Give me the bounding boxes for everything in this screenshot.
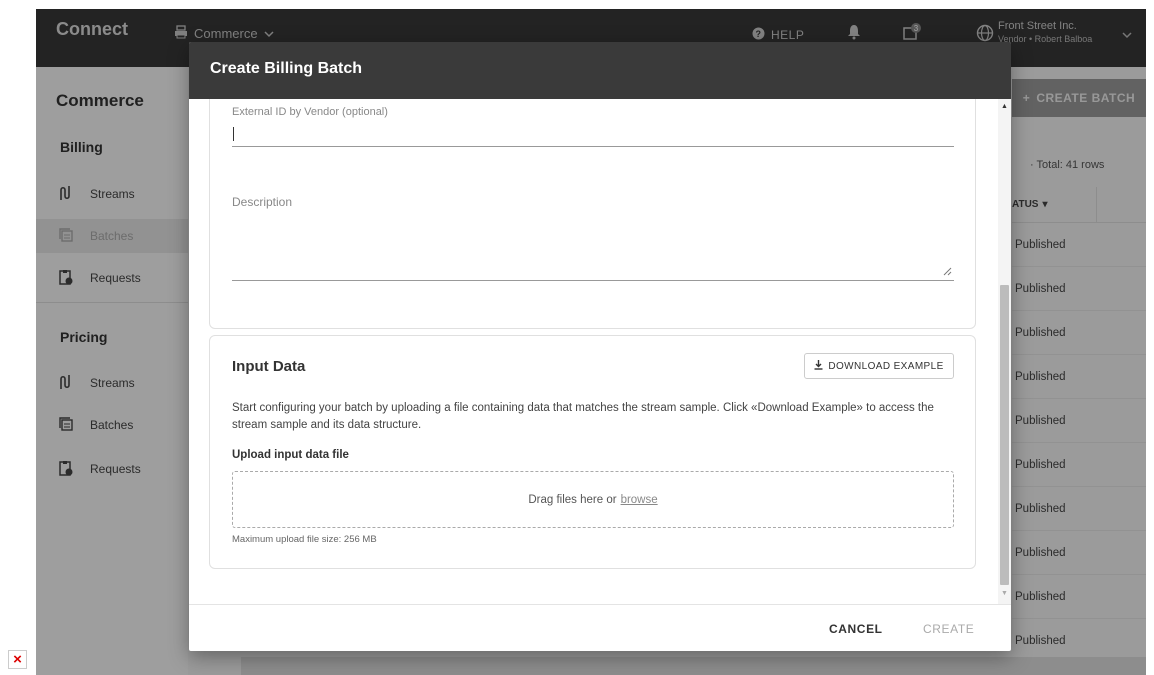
resize-handle-icon[interactable]: [943, 267, 952, 278]
description-label: Description: [232, 195, 293, 209]
max-upload-size: Maximum upload file size: 256 MB: [232, 534, 377, 545]
cancel-button[interactable]: CANCEL: [829, 622, 883, 636]
external-id-input[interactable]: [232, 122, 954, 144]
drop-text: Drag files here or: [528, 493, 617, 506]
scroll-up-arrow-icon[interactable]: ▲: [1001, 103, 1008, 110]
broken-image-icon: ×: [8, 650, 27, 669]
text-caret: [233, 127, 234, 141]
download-example-button[interactable]: DOWNLOAD EXAMPLE: [804, 353, 954, 379]
input-data-card: Input Data DOWNLOAD EXAMPLE Start config…: [209, 335, 976, 569]
download-example-label: DOWNLOAD EXAMPLE: [828, 360, 944, 372]
external-id-underline: [232, 146, 954, 147]
description-textarea[interactable]: [232, 215, 954, 277]
create-button[interactable]: CREATE: [923, 622, 974, 636]
input-data-title: Input Data: [232, 358, 306, 375]
dialog-footer: CANCEL CREATE: [189, 604, 1011, 651]
description-underline: [232, 280, 954, 281]
input-data-description: Start configuring your batch by uploadin…: [232, 402, 934, 431]
dialog-title: Create Billing Batch: [189, 42, 1011, 99]
upload-label: Upload input data file: [232, 449, 349, 461]
general-card: External ID by Vendor (optional) Descrip…: [209, 99, 976, 329]
browse-link[interactable]: browse: [621, 494, 658, 506]
download-icon: [814, 359, 823, 373]
create-billing-batch-dialog: Create Billing Batch External ID by Vend…: [189, 42, 1011, 651]
dialog-scrollbar[interactable]: ▲ ▼: [998, 99, 1011, 604]
file-drop-zone[interactable]: Drag files here or browse: [232, 471, 954, 528]
scroll-down-arrow-icon[interactable]: ▼: [1001, 590, 1008, 597]
scroll-thumb[interactable]: [1000, 285, 1009, 585]
external-id-label: External ID by Vendor (optional): [232, 106, 388, 118]
dialog-body[interactable]: External ID by Vendor (optional) Descrip…: [189, 99, 998, 604]
